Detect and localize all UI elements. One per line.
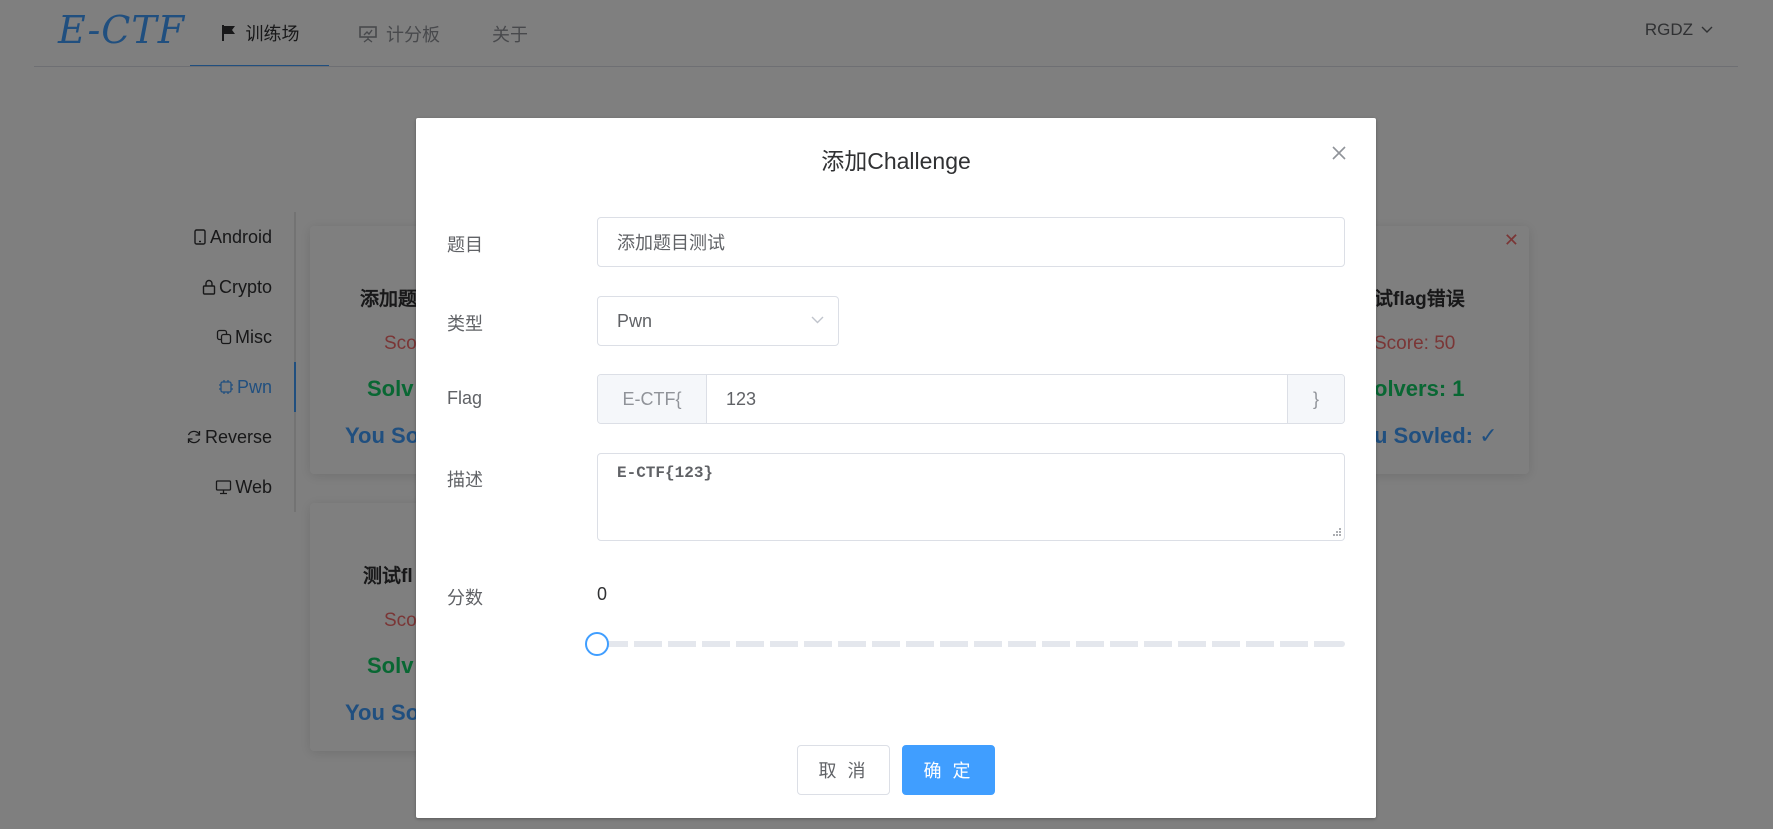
slider-stop <box>1206 641 1212 647</box>
slider-stop <box>730 641 736 647</box>
flag-input-group: E-CTF{ } <box>597 374 1345 424</box>
score-slider[interactable] <box>585 632 1345 656</box>
slider-stop <box>832 641 838 647</box>
confirm-button[interactable]: 确 定 <box>902 745 995 795</box>
add-challenge-dialog: 添加Challenge 题目 类型 Pwn Flag E-CTF{ } 描述 E… <box>416 118 1376 818</box>
slider-stop <box>1172 641 1178 647</box>
type-label: 类型 <box>447 314 483 334</box>
score-value: 0 <box>597 584 608 604</box>
chevron-down-icon <box>811 316 824 324</box>
slider-stop <box>662 641 668 647</box>
slider-stop <box>628 641 634 647</box>
slider-stop <box>1274 641 1280 647</box>
description-textarea[interactable]: E-CTF{123} <box>597 453 1345 541</box>
title-input[interactable] <box>597 217 1345 267</box>
slider-stop <box>1308 641 1314 647</box>
slider-stop <box>1036 641 1042 647</box>
flag-suffix: } <box>1287 375 1344 423</box>
resize-handle-icon[interactable] <box>1332 527 1342 537</box>
slider-stop <box>866 641 872 647</box>
type-select-value: Pwn <box>617 310 653 331</box>
slider-stop <box>764 641 770 647</box>
dialog-title: 添加Challenge <box>821 148 971 174</box>
slider-stop <box>934 641 940 647</box>
cancel-button[interactable]: 取 消 <box>797 745 890 795</box>
slider-stop <box>1138 641 1144 647</box>
slider-stop <box>900 641 906 647</box>
close-icon[interactable] <box>1330 144 1348 162</box>
slider-stop <box>968 641 974 647</box>
slider-handle[interactable] <box>585 632 609 656</box>
slider-stop <box>1002 641 1008 647</box>
slider-stop <box>1104 641 1110 647</box>
slider-stop <box>798 641 804 647</box>
slider-stop <box>1240 641 1246 647</box>
title-label: 题目 <box>447 235 483 255</box>
description-label: 描述 <box>447 470 483 490</box>
score-label: 分数 <box>447 588 483 608</box>
type-select[interactable]: Pwn <box>597 296 839 346</box>
flag-input[interactable] <box>707 375 1287 423</box>
flag-prefix: E-CTF{ <box>598 375 707 423</box>
flag-label: Flag <box>447 388 483 408</box>
slider-stop <box>696 641 702 647</box>
slider-stop <box>1070 641 1076 647</box>
